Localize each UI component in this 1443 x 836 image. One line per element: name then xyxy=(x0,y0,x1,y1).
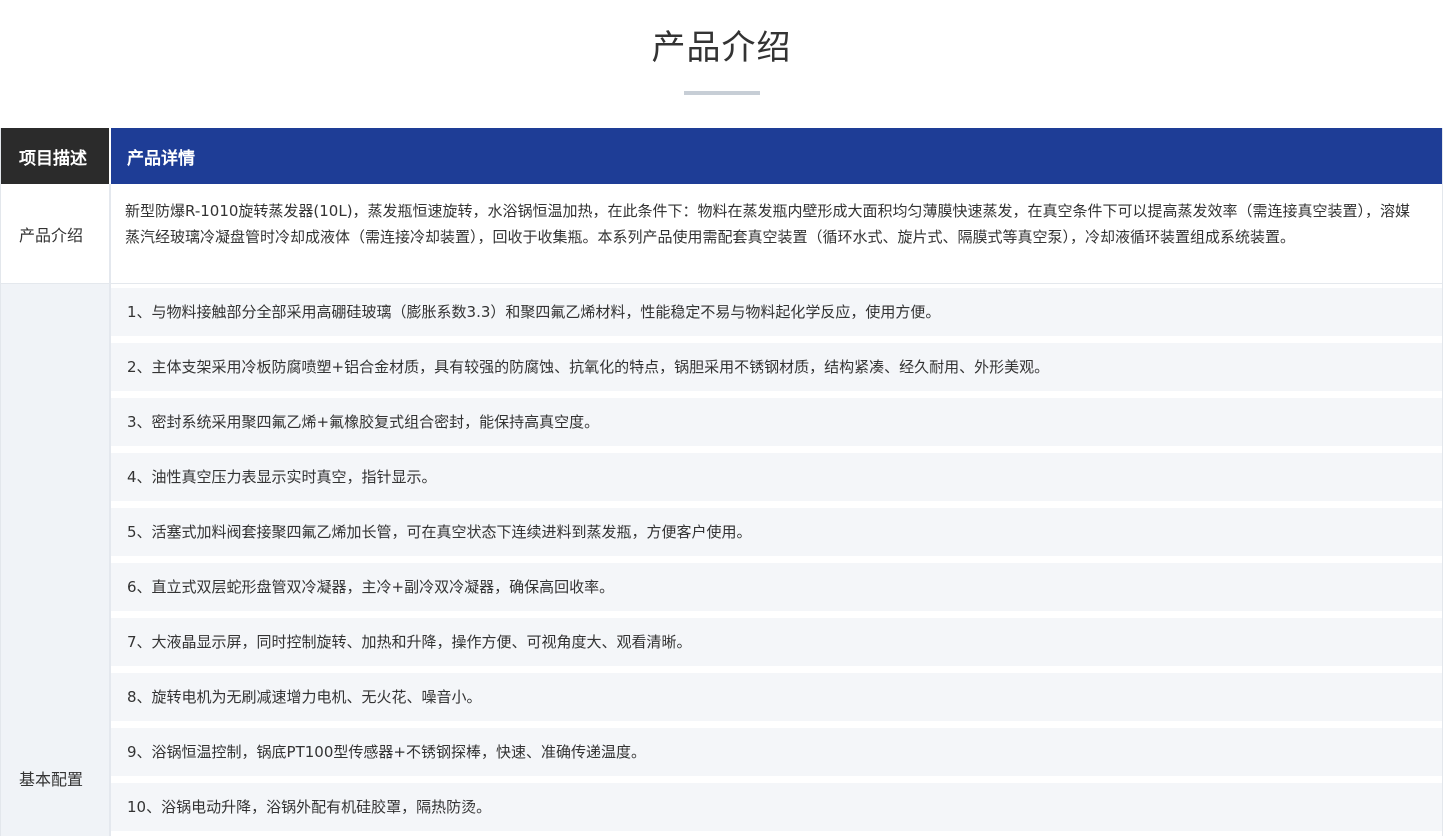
config-list-item: 7、大液晶显示屏，同时控制旋转、加热和升降，操作方便、可视角度大、观看清晰。 xyxy=(111,618,1442,666)
product-detail-table: 项目描述 产品详情 产品介绍 新型防爆R-1010旋转蒸发器(10L)，蒸发瓶恒… xyxy=(0,128,1443,836)
basic-config-list: 1、与物料接触部分全部采用高硼硅玻璃（膨胀系数3.3）和聚四氟乙烯材料，性能稳定… xyxy=(111,284,1442,836)
config-list-item: 10、浴锅电动升降，浴锅外配有机硅胶罩，隔热防烫。 xyxy=(111,783,1442,831)
product-intro-page: 产品介绍 项目描述 产品详情 产品介绍 新型防爆R-1010旋转蒸发器(10L)… xyxy=(0,0,1443,836)
table-row-basic-config: 基本配置 1、与物料接触部分全部采用高硼硅玻璃（膨胀系数3.3）和聚四氟乙烯材料… xyxy=(1,284,1442,836)
page-title: 产品介绍 xyxy=(0,26,1443,70)
config-list-item: 8、旋转电机为无刷减速增力电机、无火花、噪音小。 xyxy=(111,673,1442,721)
config-list-item: 2、主体支架采用冷板防腐喷塑+铝合金材质，具有较强的防腐蚀、抗氧化的特点，锅胆采… xyxy=(111,343,1442,391)
column-header-product-detail: 产品详情 xyxy=(111,128,1442,184)
table-header-row: 项目描述 产品详情 xyxy=(1,128,1442,184)
row-label-product-intro: 产品介绍 xyxy=(1,184,111,283)
config-list-item: 5、活塞式加料阀套接聚四氟乙烯加长管，可在真空状态下连续进料到蒸发瓶，方便客户使… xyxy=(111,508,1442,556)
config-list-item: 9、浴锅恒温控制，锅底PT100型传感器+不锈钢探棒，快速、准确传递温度。 xyxy=(111,728,1442,776)
product-intro-paragraph: 新型防爆R-1010旋转蒸发器(10L)，蒸发瓶恒速旋转，水浴锅恒温加热，在此条… xyxy=(111,184,1442,283)
config-list-item: 6、直立式双层蛇形盘管双冷凝器，主冷+副冷双冷凝器，确保高回收率。 xyxy=(111,563,1442,611)
config-list-item: 1、与物料接触部分全部采用高硼硅玻璃（膨胀系数3.3）和聚四氟乙烯材料，性能稳定… xyxy=(111,288,1442,336)
column-header-project-description: 项目描述 xyxy=(1,128,111,184)
row-label-basic-config: 基本配置 xyxy=(1,284,111,836)
title-divider xyxy=(684,91,760,95)
config-list-item: 3、密封系统采用聚四氟乙烯+氟橡胶复式组合密封，能保持高真空度。 xyxy=(111,398,1442,446)
config-list-item: 4、油性真空压力表显示实时真空，指针显示。 xyxy=(111,453,1442,501)
table-row-product-intro: 产品介绍 新型防爆R-1010旋转蒸发器(10L)，蒸发瓶恒速旋转，水浴锅恒温加… xyxy=(1,184,1442,284)
